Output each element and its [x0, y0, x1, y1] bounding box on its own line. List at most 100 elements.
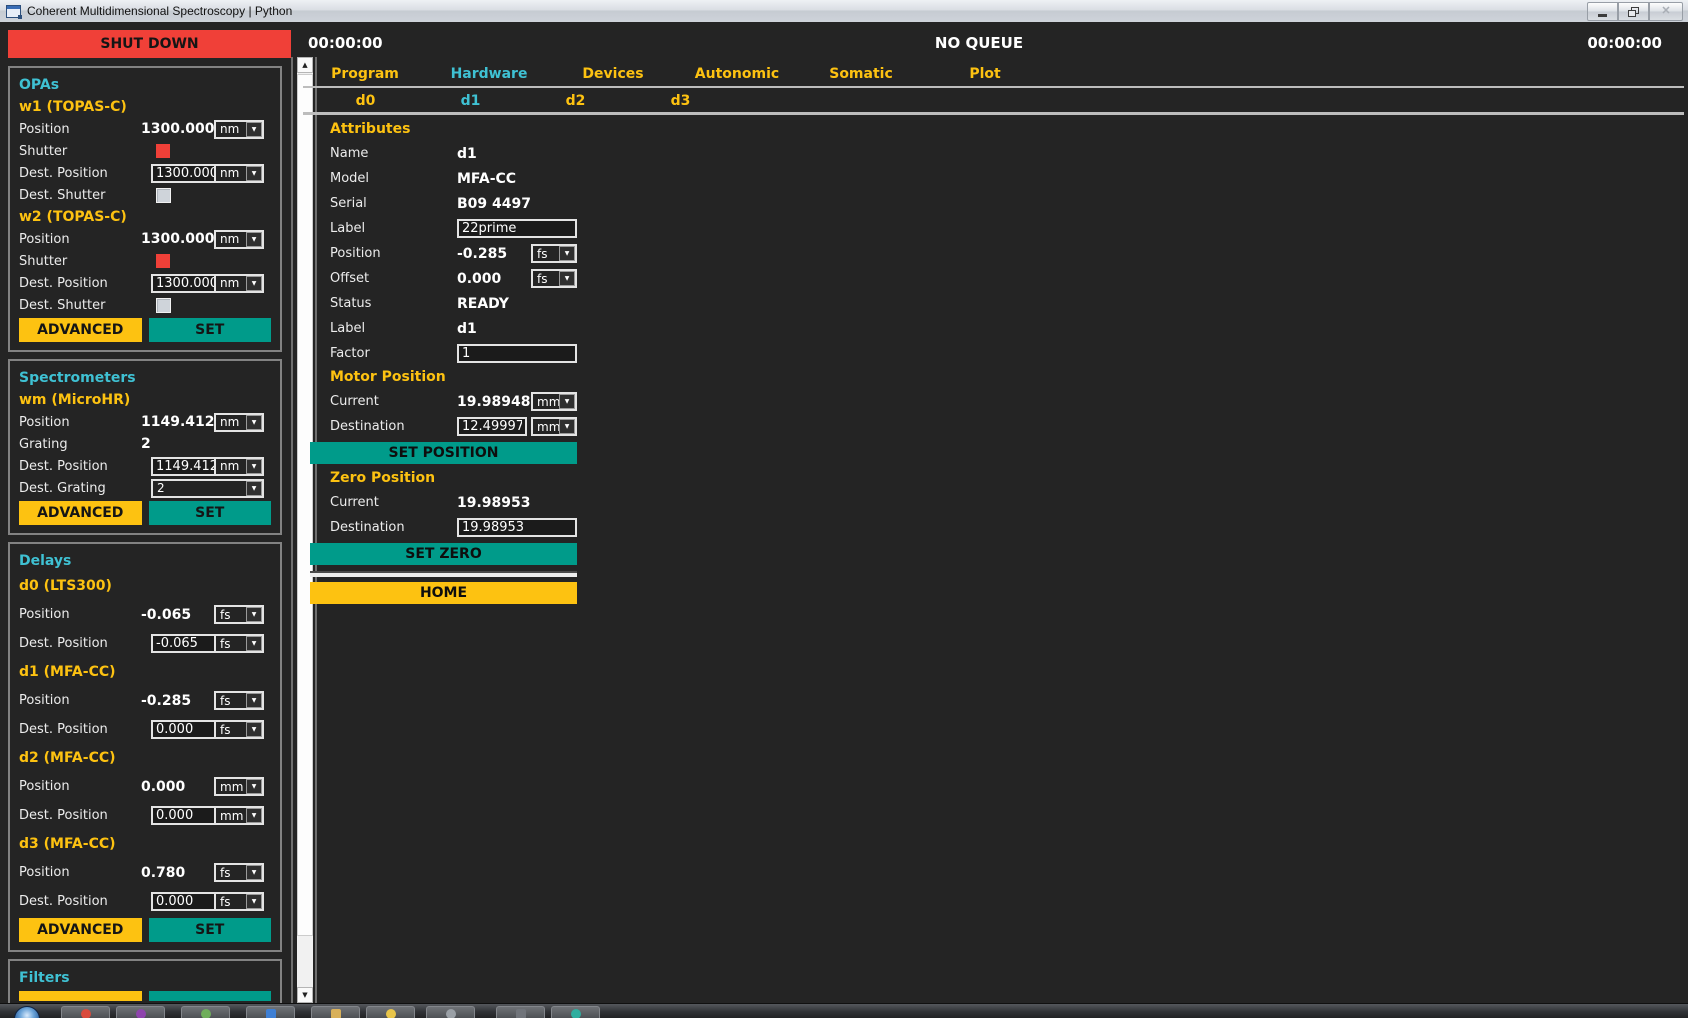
- scroll-down-icon[interactable]: ▼: [297, 987, 313, 1003]
- delays-set-button[interactable]: SET: [149, 918, 272, 942]
- shutdown-button[interactable]: SHUT DOWN: [8, 30, 291, 58]
- w1-dest-shutter-checkbox[interactable]: [156, 188, 171, 203]
- zero-current-value: 19.98953: [457, 495, 531, 511]
- w1-dest-position-input[interactable]: [151, 164, 219, 183]
- field-label: Position: [19, 865, 141, 880]
- label-input[interactable]: [457, 219, 577, 238]
- w2-dest-shutter-checkbox[interactable]: [156, 298, 171, 313]
- close-button[interactable]: ✕: [1649, 2, 1683, 21]
- unit-value: mm: [533, 420, 559, 434]
- start-button[interactable]: [14, 1006, 40, 1018]
- d0-position-unit-select[interactable]: fs ▼: [214, 605, 264, 624]
- set-position-button[interactable]: SET POSITION: [310, 442, 577, 464]
- wm-dest-position-row: Dest. Position nm ▼: [19, 455, 271, 477]
- home-button[interactable]: HOME: [310, 582, 577, 604]
- w2-dest-position-row: Dest. Position nm ▼: [19, 272, 271, 294]
- offset-unit-select[interactable]: fs ▼: [531, 269, 577, 288]
- app-window-icon: [6, 5, 21, 18]
- unit-value: fs: [216, 637, 246, 651]
- chevron-down-icon: ▼: [559, 271, 575, 286]
- w2-dest-position-unit-select[interactable]: nm ▼: [214, 274, 264, 293]
- d2-dest-position-input[interactable]: [151, 806, 219, 825]
- chevron-down-icon: ▼: [559, 394, 575, 409]
- filters-set-button[interactable]: [149, 991, 272, 1001]
- unit-value: nm: [216, 122, 246, 136]
- taskbar-app-8[interactable]: [496, 1006, 545, 1018]
- spectrometers-set-button[interactable]: SET: [149, 501, 272, 525]
- subtab-d2[interactable]: d2: [523, 90, 628, 112]
- field-label: Shutter: [19, 144, 141, 159]
- restore-button[interactable]: [1618, 2, 1649, 21]
- filters-advanced-button[interactable]: [19, 991, 142, 1001]
- wm-position-unit-select[interactable]: nm ▼: [214, 413, 264, 432]
- chevron-down-icon: ▼: [246, 481, 262, 496]
- unit-value: nm: [216, 276, 246, 290]
- d3-dest-position-unit-select[interactable]: fs ▼: [214, 892, 264, 911]
- queue-status: NO QUEUE: [935, 34, 1023, 52]
- minimize-button[interactable]: [1587, 2, 1618, 21]
- unit-value: nm: [216, 415, 246, 429]
- d1-dest-position-unit-select[interactable]: fs ▼: [214, 720, 264, 739]
- subtab-d1[interactable]: d1: [418, 90, 523, 112]
- delays-advanced-button[interactable]: ADVANCED: [19, 918, 142, 942]
- d1-position-unit-select[interactable]: fs ▼: [214, 691, 264, 710]
- d3-dest-position-input[interactable]: [151, 892, 219, 911]
- set-zero-button[interactable]: SET ZERO: [310, 543, 577, 565]
- w1-position-unit-select[interactable]: nm ▼: [214, 120, 264, 139]
- unit-value: mm: [216, 809, 246, 823]
- name-row: Name d1: [310, 141, 577, 166]
- chevron-down-icon: ▼: [246, 415, 262, 430]
- taskbar-app-9[interactable]: [551, 1006, 600, 1018]
- motor-destination-unit-select[interactable]: mm ▼: [531, 417, 577, 436]
- name-value: d1: [457, 146, 477, 162]
- spectrometers-title: Spectrometers: [19, 367, 271, 389]
- subtab-d3[interactable]: d3: [628, 90, 733, 112]
- taskbar-app-4[interactable]: [246, 1006, 295, 1018]
- d1-dest-position-input[interactable]: [151, 720, 219, 739]
- factor-input[interactable]: [457, 344, 577, 363]
- taskbar-app-6[interactable]: [366, 1006, 415, 1018]
- d3-position-unit-select[interactable]: fs ▼: [214, 863, 264, 882]
- field-label: Position: [19, 415, 141, 430]
- d0-dest-position-unit-select[interactable]: fs ▼: [214, 634, 264, 653]
- w1-shutter-indicator: [156, 144, 170, 158]
- d2-position-unit-select[interactable]: mm ▼: [214, 777, 264, 796]
- taskbar-app-5[interactable]: [311, 1006, 360, 1018]
- field-label: Factor: [330, 346, 457, 361]
- taskbar-app-3[interactable]: [181, 1006, 230, 1018]
- w1-dest-position-unit-select[interactable]: nm ▼: [214, 164, 264, 183]
- wm-dest-position-input[interactable]: [151, 457, 219, 476]
- w2-dest-position-input[interactable]: [151, 274, 219, 293]
- spectrometers-advanced-button[interactable]: ADVANCED: [19, 501, 142, 525]
- opas-advanced-button[interactable]: ADVANCED: [19, 318, 142, 342]
- taskbar-app-7[interactable]: [426, 1006, 475, 1018]
- unit-value: fs: [533, 247, 559, 261]
- tab-somatic[interactable]: Somatic: [799, 62, 923, 86]
- w2-position-unit-select[interactable]: nm ▼: [214, 230, 264, 249]
- tab-plot[interactable]: Plot: [923, 62, 1047, 86]
- motor-destination-input[interactable]: [457, 417, 527, 436]
- position-unit-select[interactable]: fs ▼: [531, 244, 577, 263]
- d3-dest-position-row: Dest. Position fs ▼: [19, 887, 271, 916]
- d0-device-name: d0 (LTS300): [19, 572, 271, 600]
- opas-set-button[interactable]: SET: [149, 318, 272, 342]
- subtab-d0[interactable]: d0: [313, 90, 418, 112]
- wm-dest-grating-select[interactable]: 2 ▼: [151, 479, 264, 498]
- tab-devices[interactable]: Devices: [551, 62, 675, 86]
- wm-dest-position-unit-select[interactable]: nm ▼: [214, 457, 264, 476]
- teal-app-icon: [571, 1009, 581, 1018]
- tab-program[interactable]: Program: [303, 62, 427, 86]
- gray-app-icon: [446, 1009, 456, 1018]
- unit-value: mm: [216, 780, 246, 794]
- delays-button-row: ADVANCED SET: [19, 918, 271, 942]
- tab-hardware[interactable]: Hardware: [427, 62, 551, 86]
- d2-dest-position-unit-select[interactable]: mm ▼: [214, 806, 264, 825]
- motor-current-unit-select[interactable]: mm ▼: [531, 392, 577, 411]
- taskbar-app-2[interactable]: [116, 1006, 165, 1018]
- taskbar-app-1[interactable]: [61, 1006, 110, 1018]
- field-label: Dest. Position: [19, 459, 141, 474]
- d0-dest-position-input[interactable]: [151, 634, 219, 653]
- zero-destination-input[interactable]: [457, 518, 577, 537]
- tab-autonomic[interactable]: Autonomic: [675, 62, 799, 86]
- yellow-app-icon: [386, 1009, 396, 1018]
